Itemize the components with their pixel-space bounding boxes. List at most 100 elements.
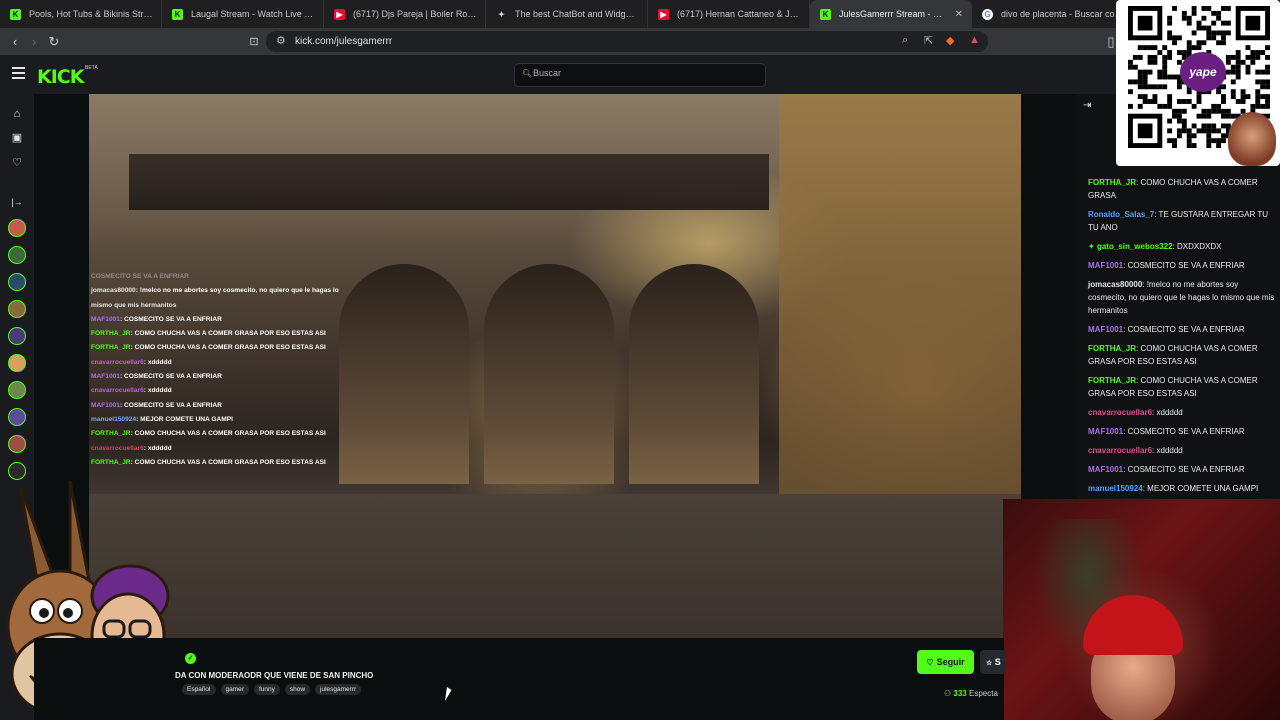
overlay-chat-username: cnavarrocuellar6 (91, 444, 144, 452)
follow-label: Seguir (936, 657, 965, 667)
chat-username[interactable]: MAF1001 (1088, 325, 1123, 334)
search-box[interactable]: 🔍︎ (514, 63, 766, 87)
chat-username[interactable]: jomacas80000 (1088, 280, 1142, 289)
site-info-icon[interactable]: ⚙ (276, 34, 286, 47)
subscribe-button[interactable]: ☆ S (980, 650, 1006, 674)
channel-avatar[interactable] (8, 300, 26, 318)
overlay-chat-username: cnavarrocuellar6 (91, 358, 144, 366)
chat-username[interactable]: Ronaldo_Salas_7 (1088, 210, 1154, 219)
chat-message: manuel150924: MEJOR COMETE UNA GAMPI (1088, 482, 1278, 495)
follow-button[interactable]: ♡ Seguir (917, 650, 974, 674)
back-arrow-icon[interactable]: ‹ (6, 33, 24, 51)
browse-icon[interactable]: ▣ (9, 130, 25, 146)
browser-tab[interactable]: Gdivo de placenta - Buscar con G (972, 0, 1134, 28)
chat-username[interactable]: cnavarrocuellar6 (1088, 446, 1152, 455)
overlay-chat-text: : MEJOR COMETE UNA GAMPI (136, 415, 233, 423)
stream-tag[interactable]: show (284, 684, 311, 695)
overlay-chat-line: FORTHA_JR: COMO CHUCHA VAS A COMER GRASA… (91, 341, 381, 355)
url-text[interactable]: kick.com/julesgamerrr (295, 36, 392, 47)
brave-rewards-icon[interactable]: ▲ (969, 34, 980, 46)
channel-avatar[interactable] (8, 327, 26, 345)
stream-tag[interactable]: julesgamerrr (315, 684, 362, 695)
overlay-chat-line: manuel150924: MEJOR COMETE UNA GAMPI (91, 413, 381, 427)
bookmark-icon[interactable]: ⊡ (245, 33, 263, 51)
chat-username[interactable]: cnavarrocuellar6 (1088, 408, 1152, 417)
close-tab-icon[interactable]: ✕ (955, 9, 963, 20)
reload-icon[interactable]: ↻ (45, 33, 63, 51)
chat-username[interactable]: gato_sin_webos322 (1097, 242, 1173, 251)
yape-logo: yape (1180, 52, 1226, 92)
channel-avatar[interactable] (8, 435, 26, 453)
chat-message: MAF1001: COSMECITO SE VA A ENFRIAR (1088, 259, 1278, 272)
chat-username[interactable]: FORTHA_JR (1088, 344, 1136, 353)
tab-title: divo de placenta - Buscar con G (1001, 9, 1125, 19)
video-arch (629, 264, 759, 484)
chat-text: : COSMECITO SE VA A ENFRIAR (1123, 261, 1245, 270)
tab-title: The best ChatBot and Widgets for Ki (515, 9, 639, 19)
stream-tag[interactable]: funny (253, 684, 280, 695)
browser-tab[interactable]: K Laugal Stream - Watch Live on Kick (162, 0, 324, 28)
collapse-chat-icon[interactable]: ⇥ (1083, 100, 1091, 111)
stream-tag[interactable]: gamer (220, 684, 249, 695)
stream-tags: Español gamer funny show julesgamerrr (182, 684, 362, 695)
stream-tag[interactable]: Español (182, 684, 216, 695)
kick-icon: K (172, 8, 183, 20)
chat-message-list: FORTHA_JR: COMO CHUCHA VAS A COMER GRASA… (1088, 176, 1278, 501)
overlay-chat-text: : COSMECITO SE VA A ENFRIAR (119, 373, 222, 381)
chat-message: cnavarrocuellar6: xddddd (1088, 406, 1278, 419)
chat-text: : COSMECITO SE VA A ENFRIAR (1123, 427, 1245, 436)
overlay-chat-username: FORTHA_JR (91, 330, 131, 338)
tab-title: (6717) Hernan Cattaneo & John Toni (677, 9, 801, 19)
chat-username[interactable]: MAF1001 (1088, 261, 1123, 270)
chat-message: FORTHA_JR: COMO CHUCHA VAS A COMER GRASA… (1088, 374, 1278, 400)
browser-tab[interactable]: K JulesGamerrr Stream - Watch ✕ (810, 0, 972, 28)
zoom-icon[interactable]: ⌕ (902, 34, 908, 47)
viewers-icon: ⚇ (944, 689, 952, 698)
video-building (779, 94, 1021, 494)
following-heart-icon[interactable]: ♡ (9, 155, 25, 171)
overlay-chat-text: : COMO CHUCHA VAS A COMER GRASA POR ESO … (130, 430, 326, 438)
tab-title: JulesGamerrr Stream - Watch (839, 9, 949, 19)
video-arch (484, 264, 614, 484)
brave-shield-icon[interactable]: ◆ (946, 34, 954, 47)
chat-message: MAF1001: COSMECITO SE VA A ENFRIAR (1088, 463, 1278, 476)
overlay-chat-line: FORTHA_JR: COMO CHUCHA VAS A COMER GRASA… (91, 427, 381, 441)
overlay-chat-text: : COSMECITO SE VA A ENFRIAR (119, 401, 222, 409)
chat-message: MAF1001: COSMECITO SE VA A ENFRIAR (1088, 323, 1278, 336)
browser-tab[interactable]: ▶ (6717) Djs Pareja | Boiler Room Santi (324, 0, 486, 28)
overlay-chat-line: jomacas80000: !melco no me abortes soy c… (91, 284, 381, 298)
overlay-chat-text: : xddddd (143, 444, 172, 452)
browser-tab[interactable]: K Pools, Hot Tubs & Bikinis Streaming (0, 0, 162, 28)
search-icon: 🔍︎ (522, 69, 533, 78)
home-icon[interactable]: ⌂ (9, 106, 25, 122)
channel-avatar[interactable] (8, 354, 26, 372)
viewer-label: Especta (969, 689, 998, 698)
chat-message: MAF1001: COSMECITO SE VA A ENFRIAR (1088, 425, 1278, 438)
gear-icon: ✦ (498, 9, 505, 19)
chat-username[interactable]: FORTHA_JR (1088, 376, 1136, 385)
channel-avatar[interactable] (8, 381, 26, 399)
channel-avatar[interactable] (8, 408, 26, 426)
channel-avatar[interactable] (8, 246, 26, 264)
overlay-chat-username: MAF1001 (91, 315, 120, 323)
youtube-icon: ▶ (334, 8, 345, 20)
address-bar[interactable]: ⚙ kick.com/julesgamerrr ⌕ ⇱ ◆ ▲ (266, 31, 988, 52)
chat-username[interactable]: FORTHA_JR (1088, 178, 1136, 187)
overlay-chat-line: mismo que mis hermanitos (91, 299, 381, 313)
channel-avatar[interactable] (8, 273, 26, 291)
chat-username[interactable]: manuel150924 (1088, 484, 1143, 493)
search-input[interactable] (533, 68, 753, 78)
forward-arrow-icon[interactable]: › (25, 33, 43, 51)
browser-tab[interactable]: ▶ (6717) Hernan Cattaneo & John Toni (648, 0, 810, 28)
kick-logo[interactable]: KICK (37, 66, 84, 88)
hamburger-menu-icon[interactable] (12, 67, 25, 80)
overlay-chat-line: cnavarrocuellar6: xddddd (91, 442, 381, 456)
chat-text: : xddddd (1152, 446, 1183, 455)
share-icon[interactable]: ⇱ (924, 34, 933, 47)
overlay-chat-line: COSMECITO SE VA A ENFRIAR (91, 270, 381, 284)
expand-sidebar-icon[interactable]: |→ (9, 194, 25, 210)
browser-tab[interactable]: ✦ The best ChatBot and Widgets for Ki (486, 0, 648, 28)
chat-username[interactable]: MAF1001 (1088, 427, 1123, 436)
channel-avatar[interactable] (8, 219, 26, 237)
chat-username[interactable]: MAF1001 (1088, 465, 1123, 474)
